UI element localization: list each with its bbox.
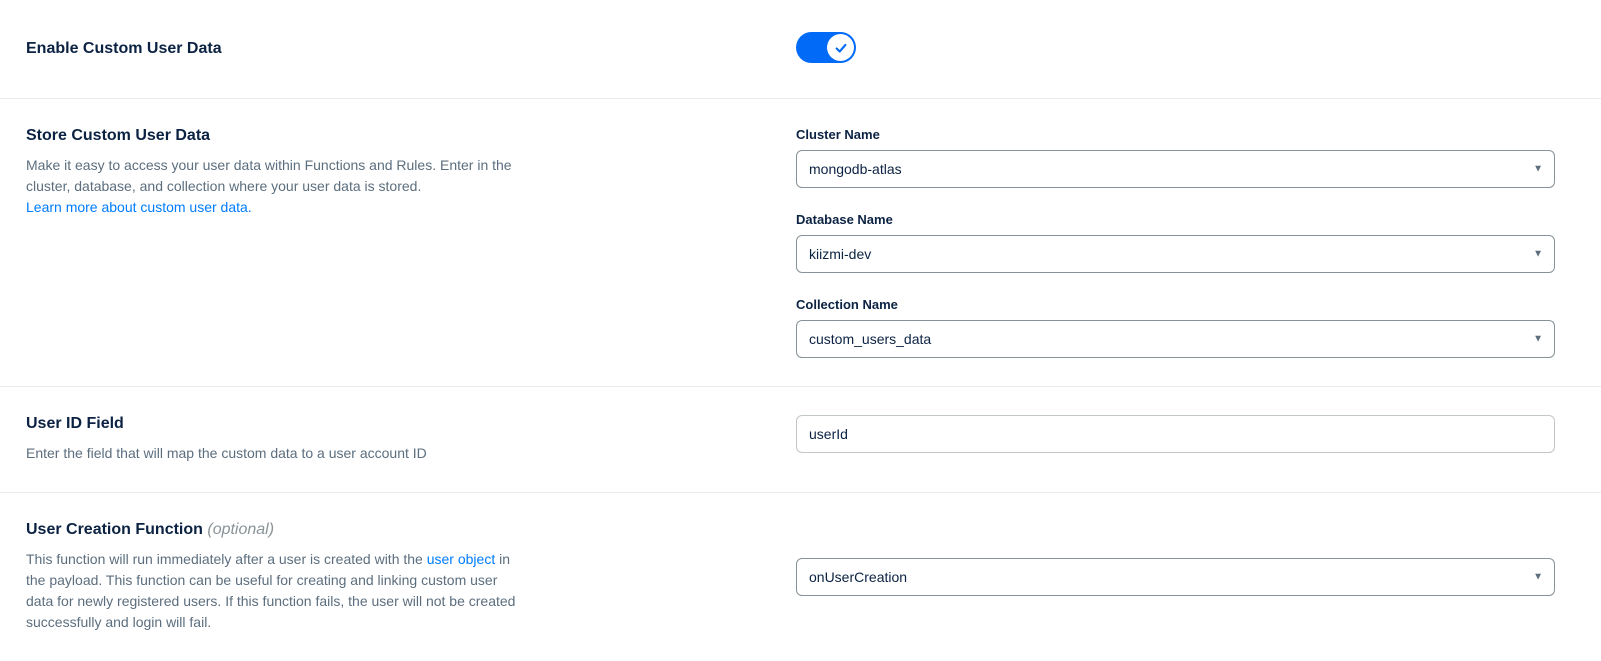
collection-name-value: custom_users_data [809,331,931,347]
store-title: Store Custom User Data [26,127,756,145]
database-name-select[interactable]: kiizmi-dev [796,235,1555,273]
enable-toggle[interactable] [796,32,856,63]
creationfn-value: onUserCreation [809,569,907,585]
toggle-knob [827,34,854,61]
collection-name-select[interactable]: custom_users_data [796,320,1555,358]
creationfn-title-text: User Creation Function [26,521,207,538]
creationfn-title: User Creation Function (optional) [26,521,756,539]
user-id-field-input[interactable] [796,415,1555,453]
user-object-link[interactable]: user object [427,551,495,567]
check-icon [834,41,848,55]
store-desc-text: Make it easy to access your user data wi… [26,157,512,194]
cluster-name-select[interactable]: mongodb-atlas [796,150,1555,188]
user-creation-function-select[interactable]: onUserCreation [796,558,1555,596]
learn-more-link[interactable]: Learn more about custom user data. [26,199,252,215]
database-name-value: kiizmi-dev [809,246,871,262]
store-description: Make it easy to access your user data wi… [26,155,526,218]
creationfn-desc-pre: This function will run immediately after… [26,551,427,567]
store-custom-user-data-section: Store Custom User Data Make it easy to a… [0,99,1601,387]
optional-label: (optional) [207,521,274,538]
cluster-name-label: Cluster Name [796,127,1555,142]
creationfn-description: This function will run immediately after… [26,549,526,633]
collection-name-label: Collection Name [796,297,1555,312]
cluster-name-value: mongodb-atlas [809,161,902,177]
enable-title: Enable Custom User Data [26,40,756,58]
enable-custom-user-data-section: Enable Custom User Data [0,0,1601,99]
userid-title: User ID Field [26,415,756,433]
user-creation-function-section: User Creation Function (optional) This f… [0,493,1601,661]
user-id-field-section: User ID Field Enter the field that will … [0,387,1601,493]
database-name-label: Database Name [796,212,1555,227]
userid-description: Enter the field that will map the custom… [26,443,526,464]
